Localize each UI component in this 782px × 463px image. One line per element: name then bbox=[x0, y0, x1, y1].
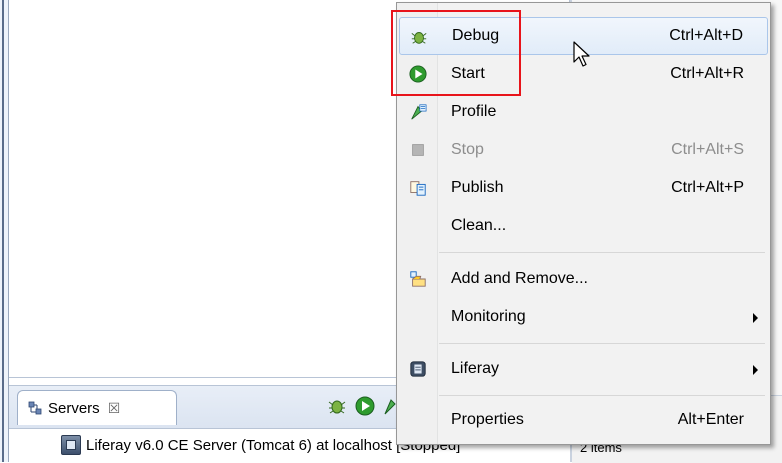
menu-item-liferay[interactable]: Liferay bbox=[399, 350, 768, 388]
menu-item-shortcut: Ctrl+Alt+S bbox=[671, 141, 744, 158]
stop-icon bbox=[412, 144, 424, 156]
menu-separator bbox=[439, 395, 765, 396]
publish-icon bbox=[410, 181, 426, 196]
profile-icon[interactable] bbox=[383, 396, 397, 416]
menu-item-label: Clean... bbox=[451, 217, 507, 234]
servers-icon bbox=[28, 401, 42, 415]
window-left-edge bbox=[0, 0, 9, 462]
liferay-icon bbox=[410, 361, 426, 377]
submenu-arrow-icon bbox=[753, 365, 758, 375]
menu-item-shortcut: Alt+Enter bbox=[677, 411, 744, 428]
annotation-highlight-box bbox=[391, 10, 521, 96]
add-remove-icon bbox=[410, 271, 426, 287]
servers-tab-label: Servers bbox=[48, 399, 100, 417]
menu-item-profile[interactable]: Profile bbox=[399, 93, 768, 131]
start-run-icon[interactable] bbox=[355, 396, 375, 416]
menu-item-monitoring[interactable]: Monitoring bbox=[399, 298, 768, 336]
menu-separator bbox=[439, 252, 765, 253]
tab-servers[interactable]: Servers ☒ bbox=[17, 390, 177, 425]
menu-separator bbox=[439, 343, 765, 344]
submenu-arrow-icon bbox=[753, 313, 758, 323]
servers-toolbar bbox=[327, 396, 397, 416]
menu-item-shortcut: Ctrl+Alt+D bbox=[669, 27, 743, 44]
menu-item-shortcut: Ctrl+Alt+P bbox=[671, 179, 744, 196]
menu-item-publish[interactable]: Publish Ctrl+Alt+P bbox=[399, 169, 768, 207]
menu-item-label: Properties bbox=[451, 411, 524, 428]
menu-item-label: Add and Remove... bbox=[451, 270, 588, 287]
menu-item-label: Monitoring bbox=[451, 308, 526, 325]
menu-item-shortcut: Ctrl+Alt+R bbox=[670, 65, 744, 82]
mouse-cursor-icon bbox=[573, 41, 590, 67]
menu-item-stop[interactable]: Stop Ctrl+Alt+S bbox=[399, 131, 768, 169]
debug-bug-icon[interactable] bbox=[327, 396, 347, 416]
menu-item-label: Liferay bbox=[451, 360, 500, 377]
profile-icon bbox=[411, 104, 427, 120]
menu-item-label: Stop bbox=[451, 141, 484, 158]
menu-item-add-remove[interactable]: Add and Remove... bbox=[399, 260, 768, 298]
menu-item-label: Publish bbox=[451, 179, 504, 196]
menu-item-properties[interactable]: Properties Alt+Enter bbox=[399, 401, 768, 439]
menu-item-label: Profile bbox=[451, 103, 497, 120]
menu-item-clean[interactable]: Clean... bbox=[399, 207, 768, 245]
close-icon[interactable]: ☒ bbox=[108, 400, 121, 417]
server-icon bbox=[61, 435, 81, 455]
